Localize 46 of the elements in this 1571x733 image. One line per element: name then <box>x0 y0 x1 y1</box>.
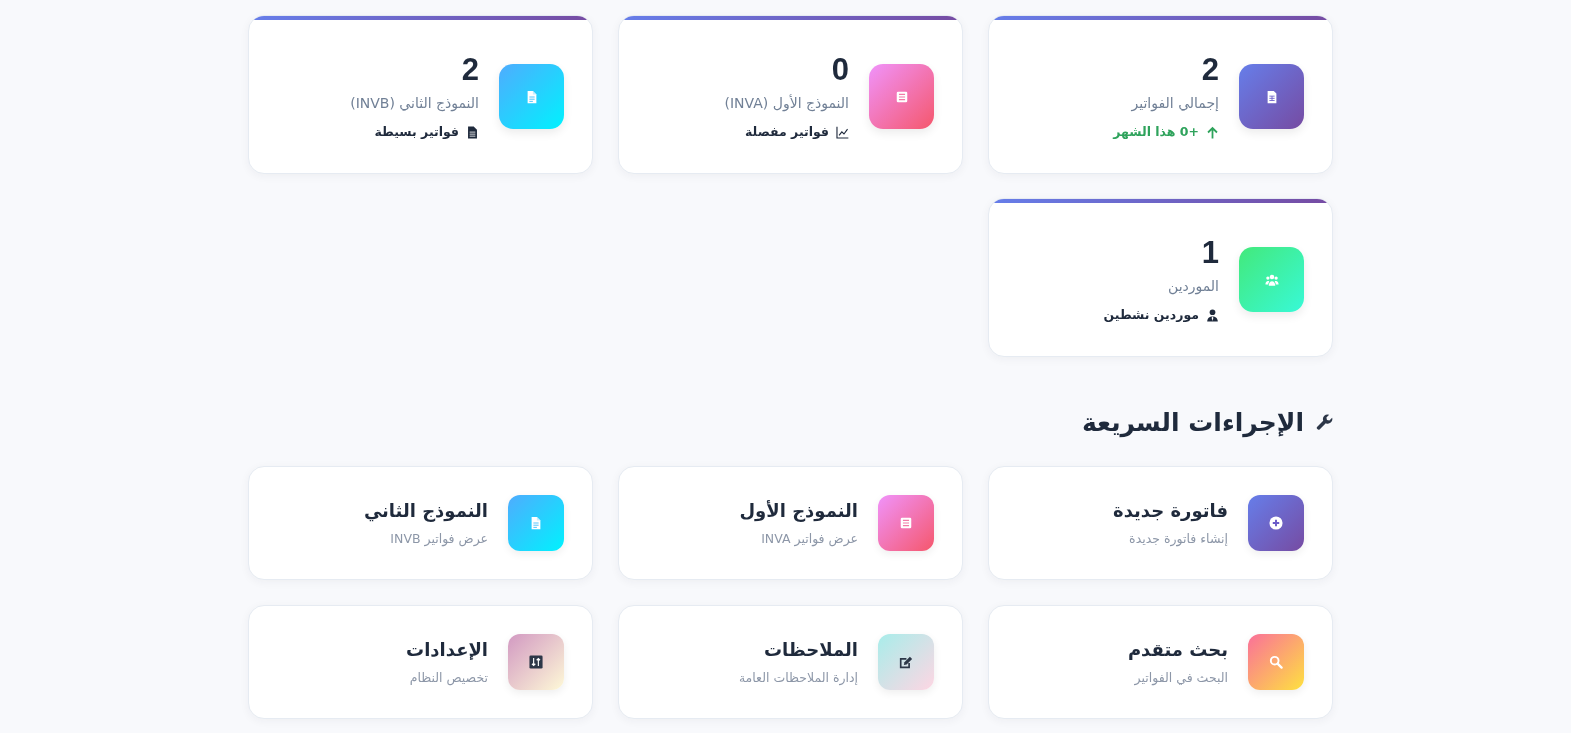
quick-action-card[interactable]: النموذج الأول عرض فواتير INVA <box>618 466 963 580</box>
stat-label: النموذج الثاني (INVB) <box>350 94 479 113</box>
search-icon <box>1248 634 1304 690</box>
sort-icon <box>508 634 564 690</box>
stat-label: الموردين <box>1167 277 1219 296</box>
plus-icon <box>1248 495 1304 551</box>
list-icon <box>869 64 934 129</box>
stat-note: موردين نشطين <box>1103 307 1199 324</box>
action-title: الإعدادات <box>406 638 488 662</box>
user-icon <box>1206 308 1219 322</box>
quick-action-card[interactable]: النموذج الثاني عرض فواتير INVB <box>248 466 593 580</box>
action-title: النموذج الثاني <box>363 499 488 523</box>
users-icon <box>1239 247 1304 312</box>
quick-action-card[interactable]: الملاحظات إدارة الملاحظات العامة <box>618 605 963 719</box>
section-title: الإجراءات السريعة <box>1081 406 1304 440</box>
stat-label: النموذج الأول (INVA) <box>724 94 849 113</box>
stat-label: إجمالي الفواتير <box>1131 94 1219 113</box>
wrench-icon <box>1316 413 1333 431</box>
document-icon <box>508 495 564 551</box>
stat-note: فواتير بسيطة <box>374 124 459 141</box>
document-icon <box>1239 64 1304 129</box>
stat-value: 2 <box>1201 52 1219 89</box>
stat-value: 0 <box>831 52 849 89</box>
quick-action-card[interactable]: فاتورة جديدة إنشاء فاتورة جديدة <box>988 466 1333 580</box>
document-icon <box>499 64 564 129</box>
list-icon <box>878 495 934 551</box>
action-title: النموذج الأول <box>739 499 858 523</box>
edit-icon <box>878 634 934 690</box>
action-title: الملاحظات <box>763 638 858 662</box>
action-title: فاتورة جديدة <box>1113 499 1228 523</box>
quick-action-card[interactable]: الإعدادات تخصيص النظام <box>248 605 593 719</box>
stat-note: +0 هذا الشهر <box>1113 124 1199 141</box>
stat-value: 1 <box>1201 235 1219 272</box>
document-icon <box>466 125 479 139</box>
stat-note: فواتير مفصلة <box>745 124 829 141</box>
action-title: بحث متقدم <box>1127 638 1228 662</box>
action-subtitle: إنشاء فاتورة جديدة <box>1129 530 1228 547</box>
action-subtitle: البحث في الفواتير <box>1134 669 1228 686</box>
quick-action-card[interactable]: بحث متقدم البحث في الفواتير <box>988 605 1333 719</box>
stat-value: 2 <box>461 52 479 89</box>
action-subtitle: عرض فواتير INVA <box>761 530 858 547</box>
action-subtitle: عرض فواتير INVB <box>390 530 488 547</box>
line-chart-icon <box>836 125 849 139</box>
arrow-up-icon <box>1206 125 1219 139</box>
action-subtitle: إدارة الملاحظات العامة <box>738 669 858 686</box>
action-subtitle: تخصيص النظام <box>409 669 488 686</box>
